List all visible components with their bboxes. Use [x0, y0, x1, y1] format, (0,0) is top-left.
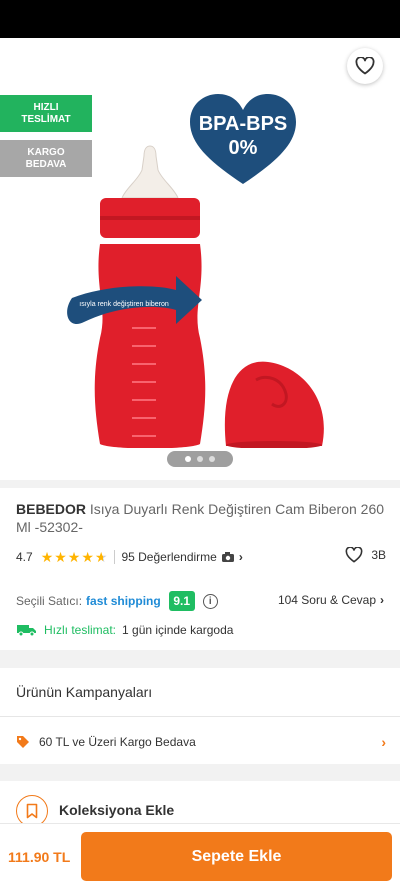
heart-outline-icon: [345, 547, 363, 563]
product-title: BEBEDOR Isıya Duyarlı Renk Değiştiren Ca…: [16, 500, 388, 536]
reviews-link[interactable]: 95 Değerlendirme ›: [121, 550, 242, 564]
collar-line: [100, 216, 200, 220]
share-icon: [302, 57, 320, 77]
chevron-right-icon: ›: [238, 550, 243, 564]
divider: [0, 716, 400, 717]
carousel-dot-3[interactable]: [209, 456, 215, 462]
campaigns-title: Ürünün Kampanyaları: [16, 684, 153, 700]
like-button[interactable]: 3B: [345, 547, 386, 563]
bottle-nipple: [121, 145, 179, 199]
back-button[interactable]: [14, 54, 44, 84]
reviews-count: 95 Değerlendirme: [121, 550, 217, 564]
seller-link[interactable]: fast shipping: [86, 594, 161, 608]
bpa-percent-text: 0%: [229, 137, 258, 159]
delivery-label: Hızlı teslimat:: [44, 623, 117, 637]
delivery-text: 1 gün içinde kargoda: [122, 623, 234, 637]
camera-icon: [221, 552, 234, 562]
campaigns-section: Ürünün Kampanyaları 60 TL ve Üzeri Kargo…: [0, 668, 400, 764]
info-icon[interactable]: i: [202, 593, 218, 609]
rating-stars: ★★★★★: [40, 548, 109, 565]
chevron-right-icon: ›: [381, 734, 386, 750]
divider: [114, 550, 116, 564]
bpa-text: BPA-BPS: [199, 113, 288, 135]
product-brand[interactable]: BEBEDOR: [16, 501, 86, 517]
arrow-text: ısıyla renk değiştiren biberon: [79, 301, 169, 308]
truck-icon: [17, 625, 36, 637]
campaign-item[interactable]: 60 TL ve Üzeri Kargo Bedava ›: [16, 730, 386, 754]
bottom-action-bar: 111.90 TL Sepete Ekle: [0, 823, 400, 888]
product-image-gallery[interactable]: HIZLI TESLİMAT KARGO BEDAVA BPA-BPS 0% ı…: [0, 38, 400, 480]
seller-row: Seçili Satıcı: fast shipping 9.1 i 104 S…: [16, 591, 386, 611]
heart-outline-icon: [355, 57, 375, 75]
tag-icon: [17, 736, 29, 748]
seller-label: Seçili Satıcı:: [16, 594, 83, 608]
product-image: BPA-BPS 0% ısıyla renk değiştiren bibero…: [67, 94, 324, 448]
price: 111.90 TL: [8, 849, 71, 865]
rating-value: 4.7: [16, 550, 33, 564]
product-info-card: BEBEDOR Isıya Duyarlı Renk Değiştiren Ca…: [0, 488, 400, 650]
like-count: 3B: [371, 548, 386, 562]
add-collection-label[interactable]: Koleksiyona Ekle: [59, 802, 174, 818]
carousel-dot-2[interactable]: [197, 456, 203, 462]
questions-count: 104 Soru & Cevap: [277, 593, 376, 607]
favorite-button[interactable]: [347, 48, 383, 84]
seller-score-badge: 9.1: [168, 591, 195, 611]
carousel-indicator[interactable]: [167, 451, 233, 467]
add-to-cart-button[interactable]: Sepete Ekle: [81, 832, 392, 881]
carousel-dot-1[interactable]: [185, 456, 191, 462]
arrow-left-icon: [20, 60, 38, 78]
share-button[interactable]: [296, 52, 326, 82]
chevron-right-icon: ›: [380, 593, 384, 607]
delivery-row: Hızlı teslimat: 1 gün içinde kargoda: [16, 623, 233, 637]
campaign-label: 60 TL ve Üzeri Kargo Bedava: [39, 735, 196, 749]
status-bar: [0, 0, 400, 38]
questions-link[interactable]: 104 Soru & Cevap ›: [278, 593, 384, 607]
bookmark-icon: [26, 803, 38, 819]
rating-row: 4.7 ★★★★★ 95 Değerlendirme › 3B: [16, 547, 386, 566]
